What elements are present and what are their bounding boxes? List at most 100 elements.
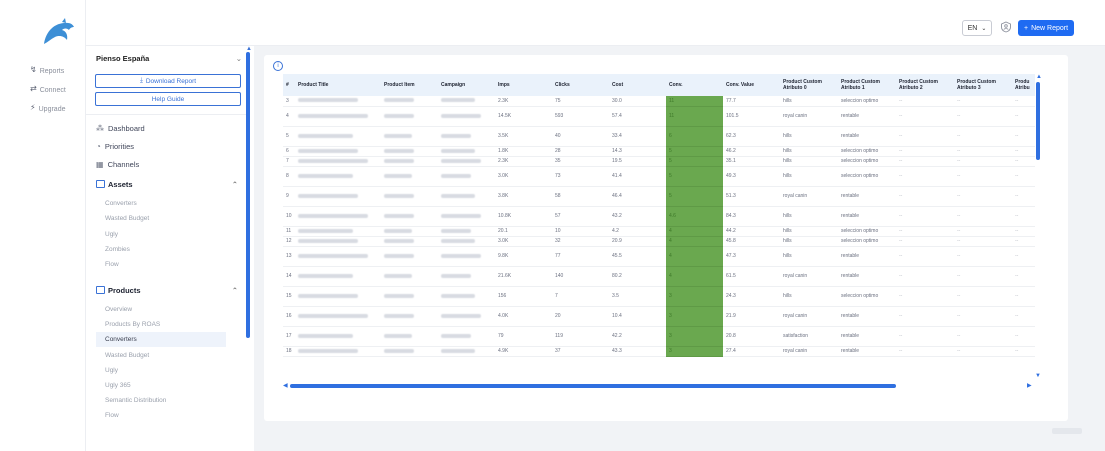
table-row[interactable]: 7 2.3K 35 19.5 5 35.1 hills seleccion optimo -- -… <box>283 156 1035 167</box>
row-number-cell: 9 <box>283 186 295 207</box>
attribute-1-cell: seleccion optimo <box>838 156 896 167</box>
horizontal-scrollbar[interactable] <box>290 384 896 388</box>
column-header[interactable]: Produ Atribu <box>1012 74 1035 96</box>
table-row[interactable]: 4 14.5K 593 57.4 11 101.5 royal canin rentable -… <box>283 106 1035 127</box>
table-row[interactable]: 18 4.9K 37 43.3 3 27.4 royal canin rentable -- --… <box>283 346 1035 357</box>
column-header[interactable]: Conv. Value <box>723 74 780 96</box>
attribute-1-cell: seleccion optimo <box>838 236 896 247</box>
user-shield-icon[interactable] <box>1000 21 1012 33</box>
column-header[interactable]: Clicks <box>552 74 609 96</box>
table-row[interactable]: 3 2.3K 75 30.0 11 77.7 hills seleccion optimo --… <box>283 96 1035 107</box>
assets-item-converters[interactable]: Converters <box>105 200 137 207</box>
redacted-text <box>441 98 475 103</box>
product-item-cell <box>381 126 438 147</box>
section-assets[interactable]: Assets ⌃ <box>96 180 238 189</box>
scroll-right-arrow-icon[interactable]: ▶ <box>1027 382 1032 389</box>
corner-tab <box>1052 428 1082 434</box>
attribute-0-cell: royal canin <box>780 186 838 207</box>
language-select[interactable]: EN ⌄ <box>962 20 992 36</box>
column-header[interactable]: Product Custom Atributo 3 <box>954 74 1012 96</box>
attribute-3-cell: -- <box>954 166 1012 187</box>
campaign-cell <box>438 326 495 347</box>
products-item-flow[interactable]: Flow <box>105 412 119 419</box>
table-row[interactable]: 9 3.8K 58 46.4 5 51.3 royal canin rentable -- -- -… <box>283 186 1035 207</box>
redacted-text <box>298 228 353 233</box>
conv-cell: 5 <box>666 166 723 187</box>
nav-label: Channels <box>107 160 140 169</box>
rail-item-reports[interactable]: ↯ Reports <box>30 65 64 76</box>
column-header[interactable]: Conv. <box>666 74 723 96</box>
products-item-ugly-365[interactable]: Ugly 365 <box>105 382 131 389</box>
column-header[interactable]: Product Custom Atributo 0 <box>780 74 838 96</box>
conv-value-cell: 51.3 <box>723 186 780 207</box>
table-row[interactable]: 16 4.0K 20 10.4 3 21.9 royal canin rentable -- --… <box>283 306 1035 327</box>
assets-item-zombies[interactable]: Zombies <box>105 246 130 253</box>
row-number-cell: 4 <box>283 106 295 127</box>
attribute-2-cell: -- <box>896 236 954 247</box>
attribute-2-cell: -- <box>896 206 954 227</box>
column-header[interactable]: Product Custom Atributo 2 <box>896 74 954 96</box>
scroll-down-arrow-icon[interactable]: ▼ <box>1035 373 1041 379</box>
cost-cell: 33.4 <box>609 126 666 147</box>
table-row[interactable]: 12 3.0K 32 20.9 4 45.8 hills seleccion optimo --… <box>283 236 1035 247</box>
dolphin-logo-icon[interactable] <box>42 18 76 46</box>
column-header[interactable]: Campaign <box>438 74 495 96</box>
products-item-ugly[interactable]: Ugly <box>105 367 118 374</box>
table-row[interactable]: 8 3.0K 73 41.4 5 49.3 hills seleccion optimo -- -… <box>283 166 1035 187</box>
product-item-cell <box>381 326 438 347</box>
table-row[interactable]: 5 3.5K 40 33.4 6 62.3 hills rentable -- -- -- <box>283 126 1035 147</box>
scroll-left-arrow-icon[interactable]: ◀ <box>283 382 288 389</box>
products-item-overview[interactable]: Overview <box>105 306 132 313</box>
conv-cell: 11 <box>666 96 723 107</box>
rail-item-connect[interactable]: ⇄ Connect <box>30 85 66 95</box>
row-number-cell: 5 <box>283 126 295 147</box>
attribute-4-cell: -- <box>1012 306 1035 327</box>
trend-icon: ↯ <box>30 65 37 74</box>
column-header[interactable]: Imps <box>495 74 552 96</box>
clicks-cell: 40 <box>552 126 609 147</box>
table-row[interactable]: 10 10.8K 57 43.2 4.6 84.3 hills rentable -- -- -- <box>283 206 1035 227</box>
account-select[interactable]: Pienso España ⌄ <box>96 54 242 63</box>
column-header[interactable]: # <box>283 74 295 96</box>
column-header[interactable]: Product Item <box>381 74 438 96</box>
product-item-cell <box>381 156 438 167</box>
table-row[interactable]: 15 156 7 3.5 3 24.3 hills seleccion optimo -- -- -… <box>283 286 1035 307</box>
download-report-button[interactable]: ⤓ Download Report <box>95 74 241 88</box>
vertical-scrollbar[interactable] <box>1036 82 1040 160</box>
table-row[interactable]: 14 21.6K 140 80.2 4 61.5 royal canin rentable --… <box>283 266 1035 287</box>
assets-item-ugly[interactable]: Ugly <box>105 231 118 238</box>
conv-cell: 5 <box>666 156 723 167</box>
column-header[interactable]: Cost <box>609 74 666 96</box>
table-row[interactable]: 17 79 119 42.2 3 20.8 satisfaction rentable -- --… <box>283 326 1035 347</box>
products-item-wasted-budget[interactable]: Wasted Budget <box>105 352 149 359</box>
nav-dashboard[interactable]: ⁂ Dashboard <box>96 124 145 133</box>
panel-scrollbar[interactable] <box>246 52 250 338</box>
attribute-4-cell: -- <box>1012 326 1035 347</box>
column-header[interactable]: Product Title <box>295 74 381 96</box>
new-report-button[interactable]: + New Report <box>1018 20 1074 36</box>
table-row[interactable]: 6 1.8K 28 14.3 5 46.2 hills seleccion optimo -- -… <box>283 146 1035 157</box>
scroll-up-arrow-icon[interactable]: ▲ <box>1036 74 1042 80</box>
assets-item-flow[interactable]: Flow <box>105 261 119 268</box>
column-header[interactable]: Product Custom Atributo 1 <box>838 74 896 96</box>
rail-item-upgrade[interactable]: ⚡ Upgrade <box>30 104 65 114</box>
clicks-cell: 35 <box>552 156 609 167</box>
table-row[interactable]: 13 9.8K 77 45.5 4 47.3 hills rentable -- -- -- <box>283 246 1035 267</box>
products-item-semantic-distribution[interactable]: Semantic Distribution <box>105 397 166 404</box>
attribute-4-cell: -- <box>1012 346 1035 357</box>
nav-priorities[interactable]: ◔ Priorities <box>96 142 134 151</box>
info-icon[interactable]: i <box>273 61 283 71</box>
products-item-by-roas[interactable]: Products By ROAS <box>105 321 160 328</box>
section-products[interactable]: Products ⌃ <box>96 286 238 295</box>
cost-cell: 45.5 <box>609 246 666 267</box>
section-title: Products <box>108 286 141 295</box>
products-item-converters[interactable]: Converters <box>96 332 226 347</box>
attribute-0-cell: royal canin <box>780 306 838 327</box>
table-row[interactable]: 11 20.1 10 4.2 4 44.2 hills seleccion optimo -- -… <box>283 226 1035 237</box>
assets-item-wasted-budget[interactable]: Wasted Budget <box>105 215 149 222</box>
help-guide-button[interactable]: Help Guide <box>95 92 241 106</box>
nav-channels[interactable]: ▦ Channels <box>96 160 139 169</box>
account-name: Pienso España <box>96 54 150 63</box>
redacted-text <box>441 133 471 138</box>
conv-cell: 4 <box>666 266 723 287</box>
